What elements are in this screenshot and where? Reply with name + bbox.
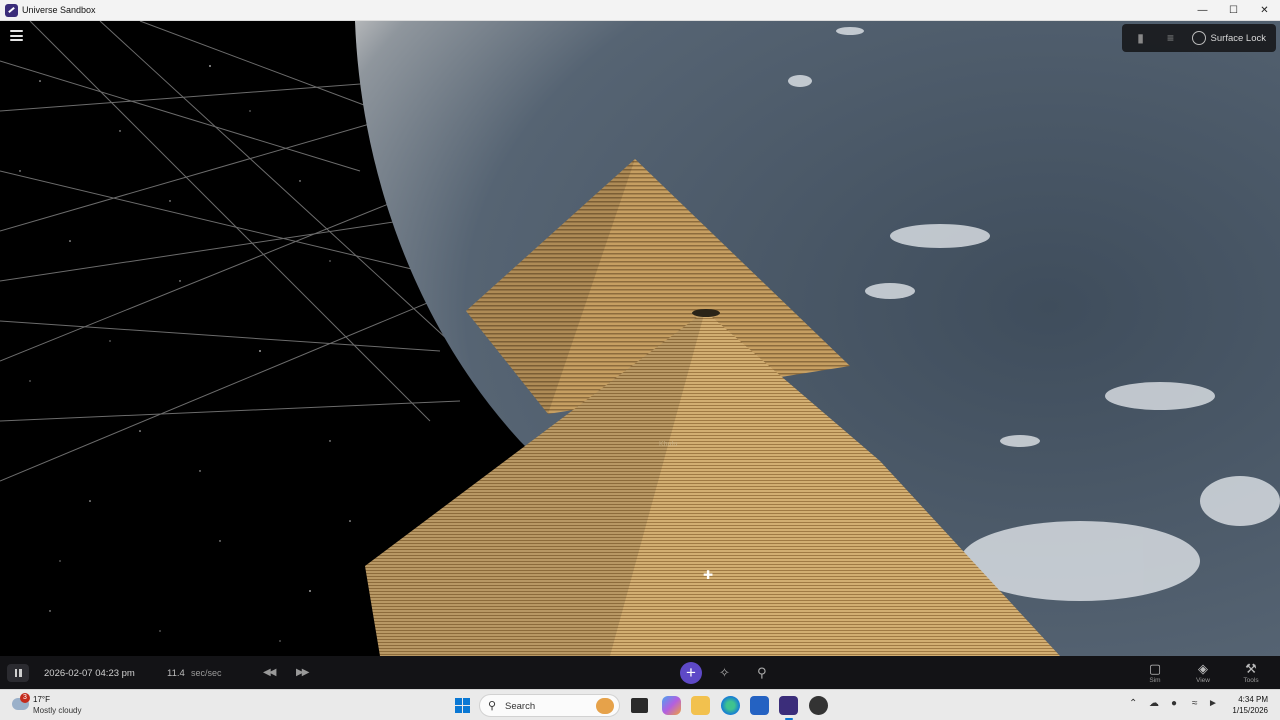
- time-rate-unit: sec/sec: [191, 668, 222, 678]
- layers-icon: ◈: [1198, 661, 1208, 676]
- task-view-icon[interactable]: [631, 698, 648, 713]
- main-menu-button[interactable]: [10, 30, 23, 41]
- search-icon[interactable]: ⚲: [757, 665, 767, 681]
- view-options-panel: ▮ ≡ Surface Lock: [1121, 24, 1276, 52]
- onedrive-icon[interactable]: ☁: [1149, 698, 1159, 709]
- scene-render: [0, 21, 1280, 656]
- clock-time: 4:34 PM: [1238, 695, 1268, 704]
- copilot-icon[interactable]: [662, 696, 681, 715]
- rewind-icon[interactable]: ◀◀: [263, 667, 276, 678]
- chevron-up-icon[interactable]: ⌃: [1129, 698, 1137, 709]
- windows-taskbar: 3 17°F Mostly cloudy ⚲ Search ⌃ ☁ ● ≈ ► …: [0, 689, 1280, 720]
- taskbar-search[interactable]: ⚲ Search: [479, 694, 620, 717]
- github-desktop-icon[interactable]: [809, 696, 828, 715]
- microphone-icon[interactable]: ●: [1171, 698, 1177, 709]
- weather-widget[interactable]: 3 17°F Mostly cloudy: [10, 693, 120, 718]
- clock-date: 1/15/2026: [1232, 706, 1268, 715]
- view-panel-button[interactable]: ◈ View: [1189, 661, 1217, 684]
- store-icon[interactable]: [750, 696, 769, 715]
- edge-browser-icon[interactable]: [721, 696, 740, 715]
- wifi-icon[interactable]: ≈: [1192, 698, 1198, 709]
- search-icon: ⚲: [488, 700, 497, 712]
- view-label: View: [1196, 677, 1210, 684]
- system-clock[interactable]: 4:34 PM 1/15/2026: [1232, 694, 1268, 716]
- surface-lock-label: Surface Lock: [1210, 32, 1266, 44]
- time-rate-value[interactable]: 11.4: [167, 668, 185, 679]
- search-placeholder: Search: [505, 701, 536, 712]
- window-title: Universe Sandbox: [22, 5, 96, 15]
- file-explorer-icon[interactable]: [691, 696, 710, 715]
- sliders-icon[interactable]: ≡: [1158, 27, 1184, 49]
- sim-panel-button[interactable]: ▢ Sim: [1141, 661, 1169, 684]
- start-button[interactable]: [455, 698, 470, 713]
- maximize-button[interactable]: ☐: [1218, 0, 1249, 21]
- surface-lock-toggle[interactable]: Surface Lock: [1188, 31, 1270, 45]
- volume-icon[interactable]: ►: [1208, 698, 1218, 709]
- pause-button[interactable]: [7, 664, 29, 682]
- universe-sandbox-app-icon: [5, 3, 18, 17]
- cube-icon: ▢: [1148, 661, 1162, 676]
- notification-badge: 3: [20, 693, 30, 703]
- interact-icon[interactable]: ✧: [719, 665, 730, 681]
- simulation-viewport[interactable]: ▮ ≡ Surface Lock Khufu ✚: [0, 21, 1280, 656]
- crosshair-cursor-icon: ✚: [703, 568, 714, 582]
- sim-label: Sim: [1149, 677, 1161, 684]
- minimize-button[interactable]: —: [1187, 0, 1218, 21]
- universe-sandbox-taskbar-icon[interactable]: [779, 696, 798, 720]
- add-object-button[interactable]: +: [680, 662, 702, 684]
- globe-lock-icon: [1191, 31, 1206, 45]
- close-button[interactable]: ✕: [1249, 0, 1280, 21]
- window-titlebar[interactable]: Universe Sandbox — ☐ ✕: [0, 0, 1280, 21]
- object-label[interactable]: Khufu: [659, 441, 677, 448]
- weather-temperature: 17°F: [33, 695, 50, 704]
- simulation-toolbar: 2026-02-07 04:23 pm 11.4 sec/sec ◀◀ ▶▶ +…: [0, 656, 1280, 689]
- weather-description: Mostly cloudy: [33, 706, 82, 715]
- flashlight-icon[interactable]: ▮: [1128, 27, 1154, 49]
- tools-label: Tools: [1243, 677, 1259, 684]
- search-highlight-icon: [596, 698, 614, 714]
- tools-panel-button[interactable]: ⚒ Tools: [1237, 661, 1265, 684]
- fast-forward-icon[interactable]: ▶▶: [296, 667, 309, 678]
- starfield: [19, 65, 351, 642]
- wrench-icon: ⚒: [1245, 661, 1257, 676]
- simulation-date[interactable]: 2026-02-07 04:23 pm: [44, 668, 135, 679]
